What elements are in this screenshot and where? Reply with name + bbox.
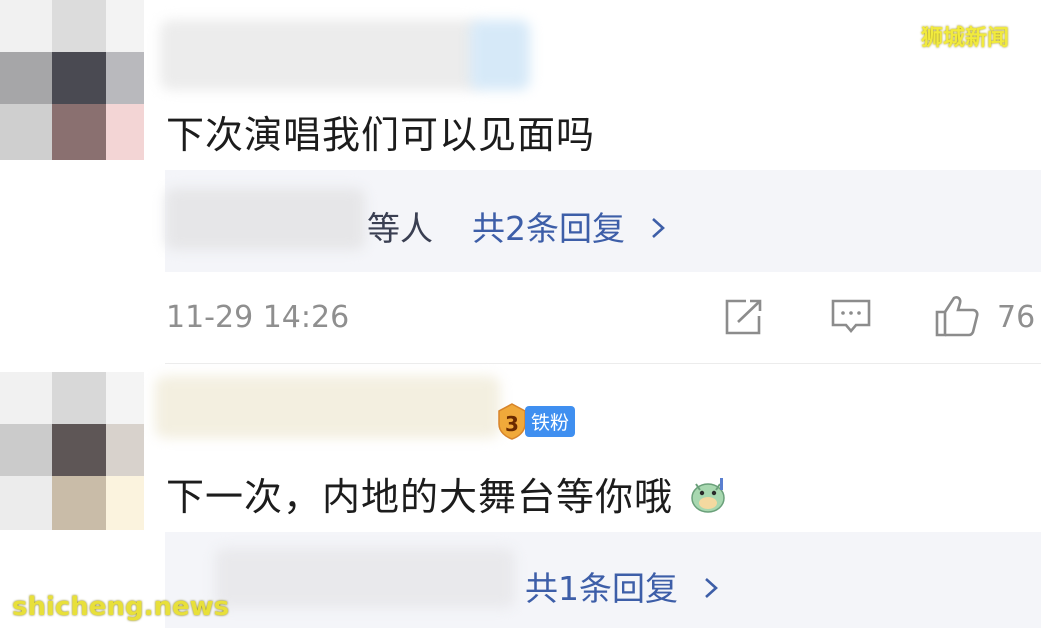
comment-icon[interactable]	[830, 298, 872, 340]
comment-time: 11-29 14:26	[166, 300, 350, 335]
avatar[interactable]	[0, 372, 145, 532]
reply-preview[interactable]: 等人 共2条回复	[165, 170, 1041, 272]
watermark-top: 狮城新闻	[921, 26, 1010, 51]
reply-preview[interactable]: 共1条回复	[165, 532, 1041, 628]
chevron-right-icon	[650, 213, 666, 248]
emoji-sticker-icon	[688, 476, 728, 523]
reply-prefix: 等人	[367, 209, 433, 248]
username-blurred[interactable]	[160, 10, 530, 95]
like-count: 76	[997, 300, 1036, 335]
watermark-bottom: shicheng.news	[12, 592, 230, 622]
fan-badge: 铁粉	[525, 406, 576, 437]
divider	[165, 363, 1041, 364]
reply-summary[interactable]: 等人 共2条回复	[367, 202, 666, 250]
chevron-right-icon	[703, 573, 719, 608]
avatar[interactable]	[0, 0, 145, 160]
fan-level-icon: 3	[496, 402, 528, 444]
view-replies-link[interactable]: 共1条回复	[525, 569, 678, 608]
view-replies-link[interactable]: 共2条回复	[472, 209, 625, 248]
comment-body: 下一次，内地的大舞台等你哦	[166, 475, 674, 519]
share-icon[interactable]	[722, 298, 764, 340]
comment-text: 下次演唱我们可以见面吗	[166, 113, 596, 157]
fan-level-number: 3	[505, 412, 519, 436]
reply-summary[interactable]: 共1条回复	[525, 562, 719, 610]
username-blurred[interactable]	[155, 372, 505, 442]
like-icon[interactable]	[934, 294, 980, 342]
comment-text: 下一次，内地的大舞台等你哦	[166, 466, 728, 523]
